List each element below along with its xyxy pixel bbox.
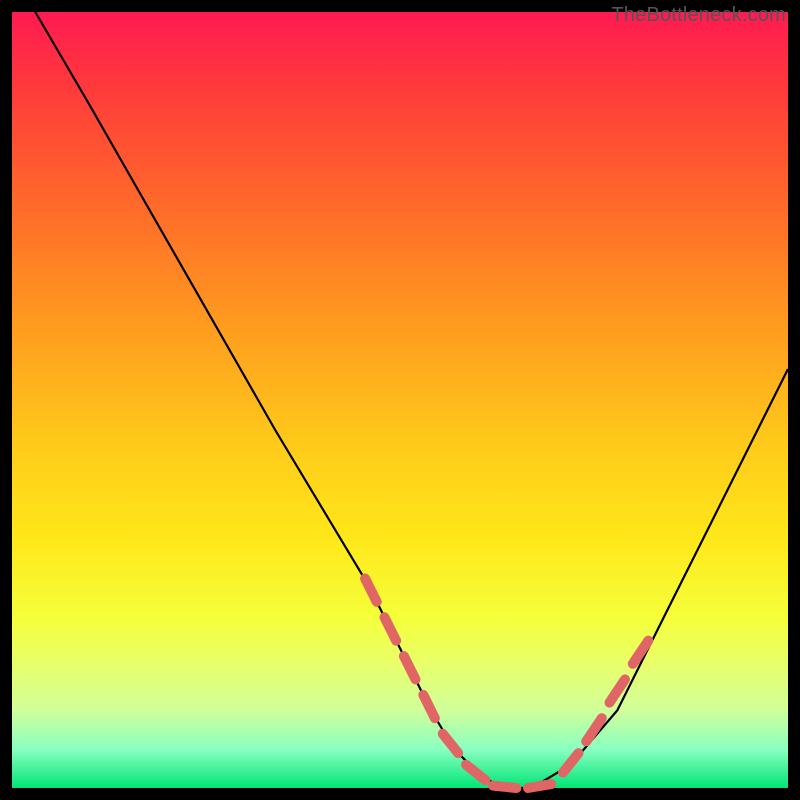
chart-frame: TheBottleneck.com	[0, 0, 800, 800]
marker-dash	[528, 784, 551, 788]
attribution-text: TheBottleneck.com	[611, 4, 786, 27]
marker-dash	[466, 765, 485, 781]
marker-dash	[423, 695, 435, 718]
marker-dash	[404, 656, 416, 679]
marker-dash	[443, 734, 459, 753]
curve-svg	[12, 12, 788, 788]
marker-dash	[633, 641, 649, 664]
marker-dash	[586, 718, 602, 741]
highlight-markers	[365, 579, 648, 789]
marker-dash	[385, 617, 397, 640]
marker-dash	[365, 579, 377, 602]
marker-dash	[493, 786, 516, 788]
marker-dash	[563, 753, 579, 772]
plot-area	[12, 12, 788, 788]
